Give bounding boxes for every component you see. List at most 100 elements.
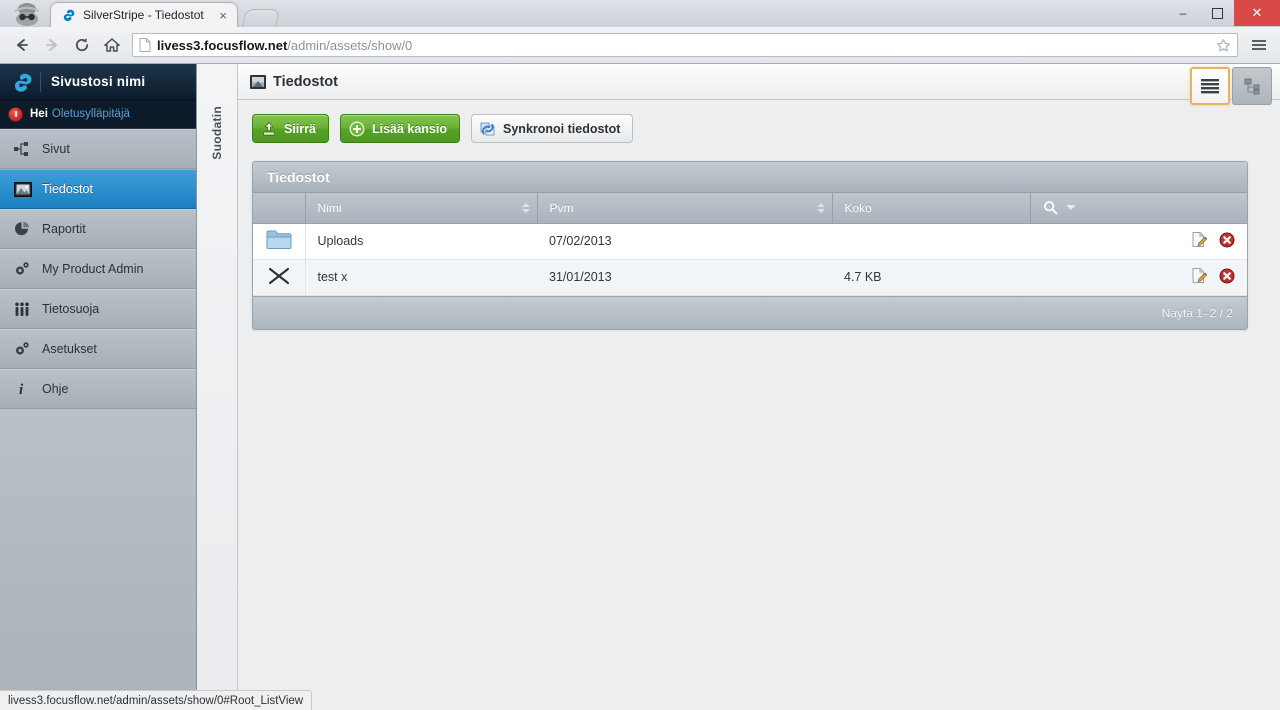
delete-circle-icon [1219, 232, 1235, 247]
row-actions-cell [1030, 223, 1247, 260]
chevron-down-icon[interactable] [1065, 205, 1076, 211]
table-row[interactable]: Uploads 07/02/2013 [253, 223, 1247, 260]
sync-refresh-icon [480, 122, 495, 135]
forward-button[interactable] [38, 31, 66, 59]
row-icon-cell [253, 259, 306, 296]
list-view-icon [1201, 79, 1219, 94]
home-icon [104, 38, 120, 52]
minimize-button[interactable]: – [1166, 0, 1200, 26]
window-controls: – ✕ [1166, 0, 1280, 26]
filter-panel-rail[interactable]: Suodatin [197, 64, 238, 710]
column-header-search [1030, 193, 1247, 224]
column-header-koko[interactable]: Koko [832, 193, 1031, 224]
logout-power-icon[interactable] [8, 106, 23, 122]
tab-title: SilverStripe - Tiedostot [83, 8, 204, 22]
gears-icon [14, 341, 36, 357]
sidebar-item-sivut[interactable]: Sivut [0, 129, 196, 169]
forward-arrow-icon [46, 39, 57, 51]
sidebar-filler [0, 409, 196, 710]
hamburger-menu-icon [1252, 40, 1266, 42]
pie-chart-icon [14, 221, 36, 237]
add-folder-button[interactable]: Lisää kansio [339, 114, 461, 143]
reload-icon [75, 38, 89, 52]
edit-record-button[interactable] [1191, 267, 1208, 287]
profile-greeting: Hei [30, 108, 48, 120]
cms-profile-bar[interactable]: Hei Oletusylläpitäjä [0, 100, 196, 129]
row-date-cell: 31/01/2013 [537, 259, 832, 296]
info-italic-icon: i [14, 381, 36, 397]
close-window-button[interactable]: ✕ [1234, 0, 1280, 26]
reload-button[interactable] [68, 31, 96, 59]
cms-menu-items: Sivut Tiedostot Raportit My Product Admi… [0, 129, 196, 409]
tree-view-icon [1244, 78, 1260, 95]
column-header-nimi[interactable]: Nimi [305, 193, 538, 224]
row-size-cell [832, 223, 1030, 260]
sidebar-item-label: Tietosuoja [42, 302, 100, 316]
new-tab-button[interactable] [242, 9, 280, 27]
svg-text:i: i [19, 382, 24, 397]
sync-files-button[interactable]: Synkronoi tiedostot [471, 114, 634, 143]
sidebar-item-label: Raportit [42, 222, 86, 236]
broken-file-icon [268, 267, 289, 284]
row-icon-cell [253, 223, 306, 260]
column-header-pvm[interactable]: Pvm [537, 193, 833, 224]
upload-button[interactable]: Siirrä [252, 114, 329, 143]
delete-record-button[interactable] [1219, 268, 1235, 287]
edit-pencil-icon [1192, 268, 1207, 283]
sidebar-item-my-product-admin[interactable]: My Product Admin [0, 249, 196, 289]
cms-logo-bar: Sivustosi nimi [0, 64, 196, 100]
profile-username-link[interactable]: Oletusylläpitäjä [52, 108, 130, 120]
browser-tab[interactable]: SilverStripe - Tiedostot × [50, 2, 238, 27]
sidebar-item-tietosuoja[interactable]: Tietosuoja [0, 289, 196, 329]
browser-window: SilverStripe - Tiedostot × – ✕ livess3.f… [0, 0, 1280, 710]
sidebar-item-label: Tiedostot [42, 182, 93, 196]
sort-arrows-icon[interactable] [816, 202, 825, 213]
chrome-menu-button[interactable] [1246, 32, 1272, 58]
files-table-body: Uploads 07/02/2013 test x 31/01/2013 4.7… [253, 223, 1247, 296]
list-view-button[interactable] [1190, 67, 1230, 105]
upload-button-label: Siirrä [284, 121, 316, 136]
grid-pagination-footer: Näytä 1–2 / 2 [253, 295, 1247, 329]
sitemap-icon [14, 142, 36, 156]
action-button-bar: Siirrä Lisää kansio Synkronoi tiedostot [252, 114, 1248, 143]
row-name-cell: test x [305, 259, 537, 296]
sort-arrows-icon[interactable] [521, 202, 530, 213]
sync-files-button-label: Synkronoi tiedostot [503, 121, 621, 136]
filter-panel-label: Suodatin [210, 106, 224, 160]
address-bar[interactable]: livess3.focusflow.net/admin/assets/show/… [132, 33, 1238, 57]
browser-toolbar: livess3.focusflow.net/admin/assets/show/… [0, 27, 1280, 64]
status-bar: livess3.focusflow.net/admin/assets/show/… [0, 690, 313, 710]
content-header: Tiedostot [238, 64, 1280, 105]
row-name-cell: Uploads [305, 223, 537, 260]
table-header-row: Nimi Pvm Koko [253, 193, 1247, 224]
sidebar-item-tiedostot[interactable]: Tiedostot [0, 169, 196, 209]
cms-main-content: Tiedostot Siirrä Lisää kansio Synkronoi … [238, 64, 1280, 710]
sidebar-item-raportit[interactable]: Raportit [0, 209, 196, 249]
home-button[interactable] [98, 31, 126, 59]
edit-record-button[interactable] [1191, 231, 1208, 251]
table-row[interactable]: test x 31/01/2013 4.7 KB [253, 259, 1247, 296]
edit-pencil-icon [1192, 232, 1207, 247]
search-magnifier-icon[interactable] [1043, 200, 1058, 215]
maximize-icon [1211, 7, 1223, 19]
sidebar-item-ohje[interactable]: i Ohje [0, 369, 196, 409]
image-file-icon [250, 74, 266, 89]
people-group-icon [14, 302, 36, 317]
folder-icon [266, 230, 292, 249]
maximize-button[interactable] [1200, 0, 1234, 26]
column-header-label: Nimi [317, 200, 342, 215]
bookmark-star-icon[interactable] [1216, 38, 1231, 53]
delete-record-button[interactable] [1219, 232, 1235, 251]
view-toggle-group [1190, 67, 1272, 105]
tab-close-icon[interactable]: × [215, 7, 231, 23]
sidebar-item-label: Sivut [42, 142, 70, 156]
logo-divider [40, 71, 41, 92]
site-name: Sivustosi nimi [51, 74, 146, 89]
tree-view-button[interactable] [1232, 67, 1272, 105]
column-header-label: Pvm [549, 200, 574, 215]
sidebar-item-label: My Product Admin [42, 262, 144, 276]
url-domain: livess3.focusflow.net [157, 37, 288, 53]
silverstripe-mark-icon [14, 73, 32, 92]
back-button[interactable] [8, 31, 36, 59]
sidebar-item-asetukset[interactable]: Asetukset [0, 329, 196, 369]
